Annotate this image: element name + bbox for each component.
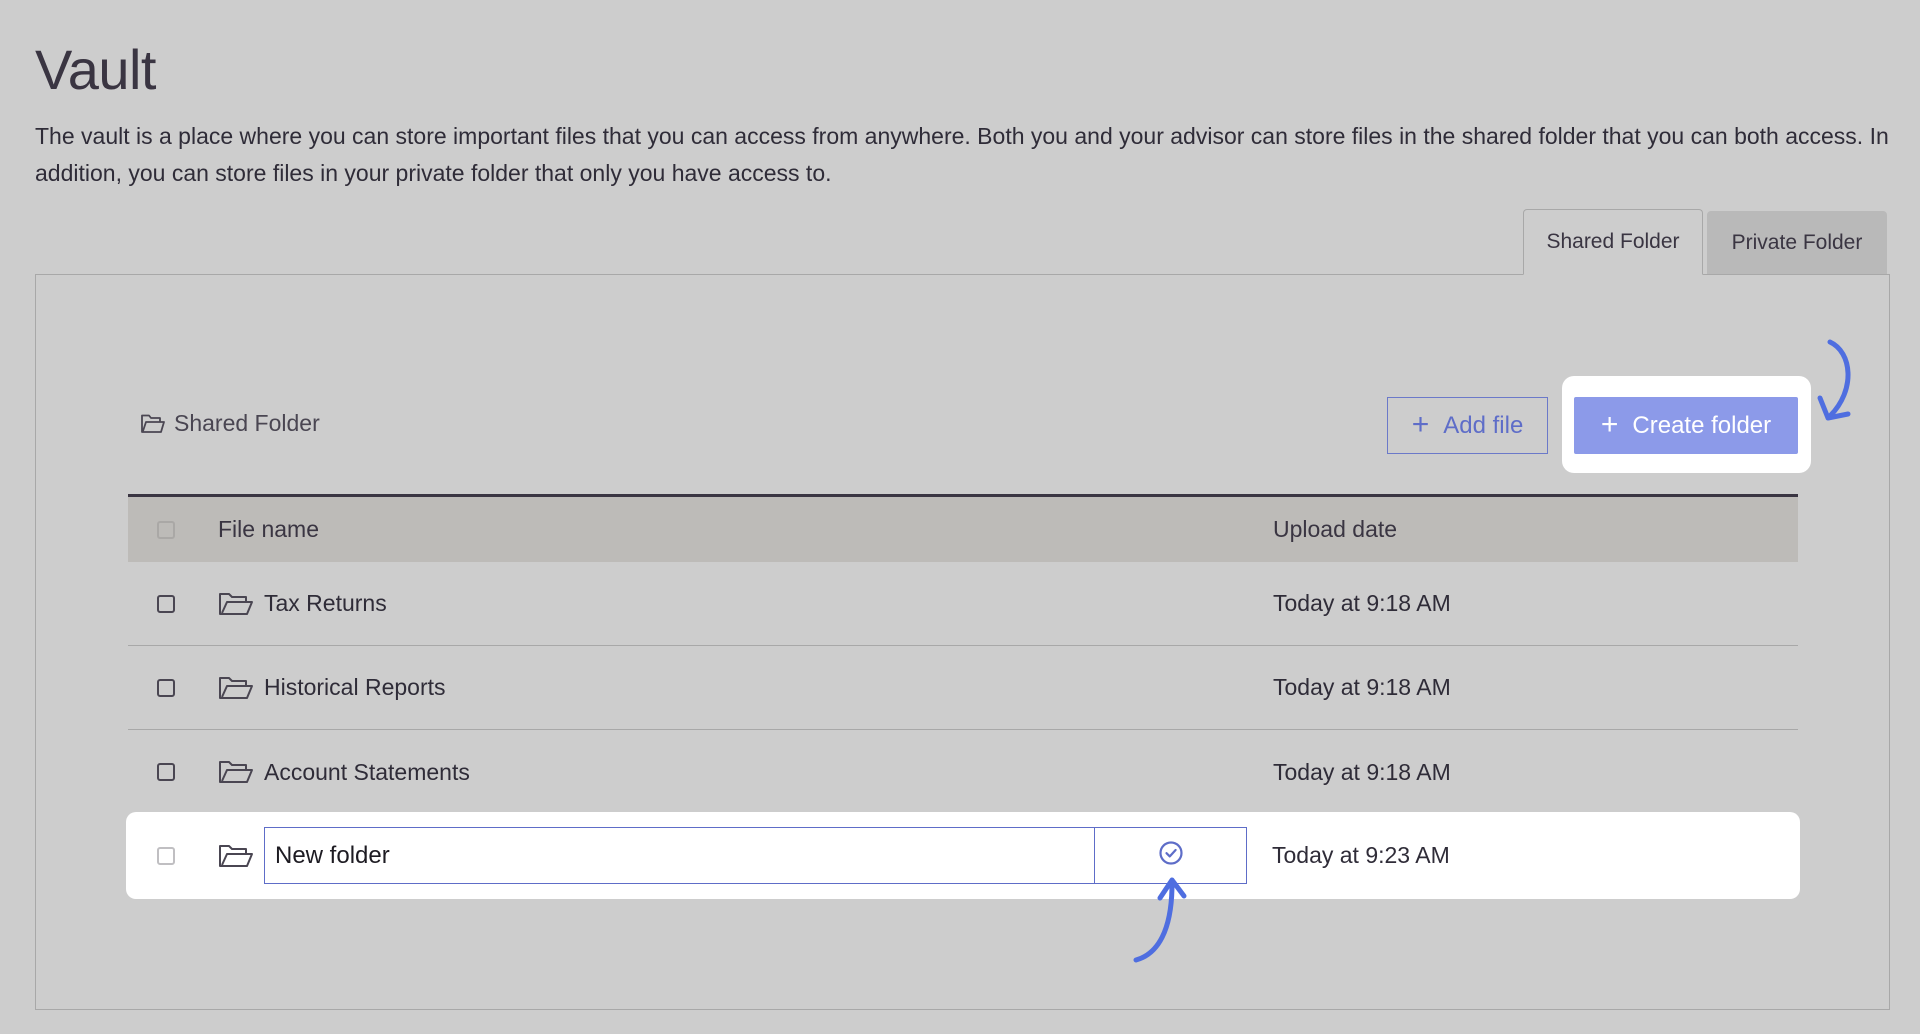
tab-private-folder[interactable]: Private Folder xyxy=(1707,211,1887,275)
page-title: Vault xyxy=(35,38,156,101)
folder-tabs: Shared Folder Private Folder xyxy=(1523,209,1887,275)
folder-panel xyxy=(35,274,1890,1010)
tab-shared-folder[interactable]: Shared Folder xyxy=(1523,209,1703,275)
page-description: The vault is a place where you can store… xyxy=(35,123,1889,186)
